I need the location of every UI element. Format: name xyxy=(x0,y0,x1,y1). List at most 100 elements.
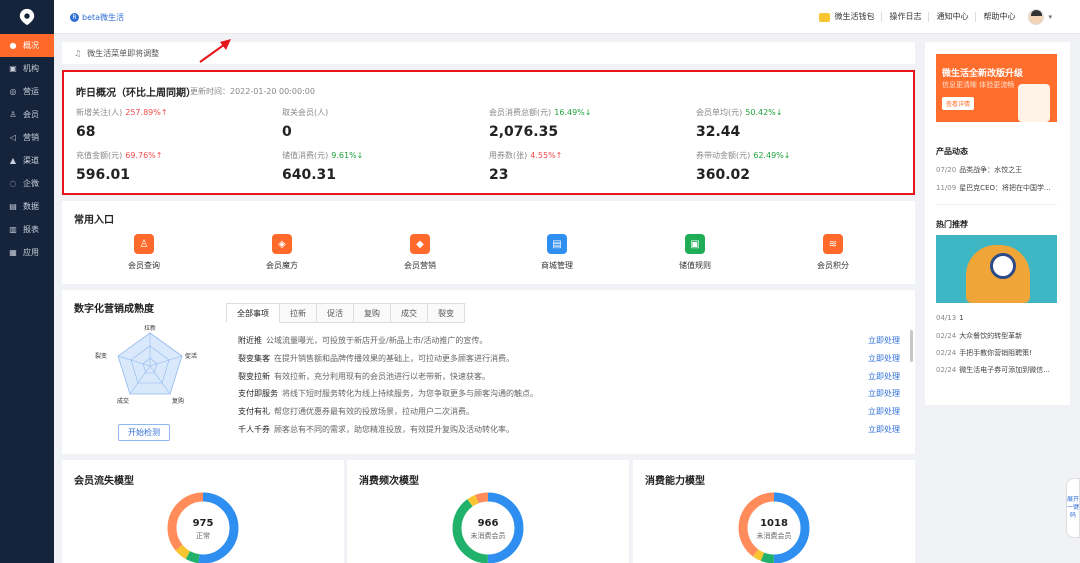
news-title: 1 xyxy=(959,314,964,322)
stat-label: 用券数(张) 4.55%↑ xyxy=(489,150,689,161)
sidebar-item-label: 渠道 xyxy=(23,156,39,165)
member-search-icon: ♙ xyxy=(134,234,154,254)
news-item[interactable]: 11/09 星巴克CEO：将把在中国学... xyxy=(936,183,1061,193)
stat-label: 新增关注(人) 257.89%↑ xyxy=(76,107,276,118)
tab-4[interactable]: 成交 xyxy=(391,303,428,323)
stat-value: 68 xyxy=(76,124,96,140)
news-date: 02/24 xyxy=(936,332,957,340)
wallet-link[interactable]: 微生活钱包 xyxy=(812,12,881,22)
sidebar-item[interactable]: ▲ 渠道 xyxy=(0,149,54,172)
radar-label: 裂变 xyxy=(95,352,107,360)
overview-stat: 储值消费(元) 9.61%↓ 640.31 xyxy=(282,150,482,183)
overview-title: 昨日概况（环比上周同期） xyxy=(76,88,196,99)
operation-icon: ◎ xyxy=(9,87,17,96)
stat-change: 50.42%↓ xyxy=(745,108,783,117)
chevron-down-icon[interactable]: ▾ xyxy=(1048,13,1052,21)
sidebar-item[interactable]: ▤ 数据 xyxy=(0,195,54,218)
news-date: 07/20 xyxy=(936,166,957,174)
stat-change: 62.49%↓ xyxy=(753,151,791,160)
overview-panel: 昨日概况（环比上周同期） 更新时间：2022-01-20 00:00:00 新增… xyxy=(62,70,915,195)
tab-0[interactable]: 全部事项 xyxy=(226,303,280,323)
news-item[interactable]: 07/20 品类战争：水饺之王 xyxy=(936,165,1061,175)
sidebar-item[interactable]: ◌ 企微 xyxy=(0,172,54,195)
tab-1[interactable]: 拉新 xyxy=(280,303,317,323)
entry-stored-value[interactable]: ▣ 储值规则 xyxy=(655,234,735,271)
stat-change: 4.55%↑ xyxy=(530,151,563,160)
notice-bar: ♫ 微生活菜单即将调整 xyxy=(62,42,915,64)
brand-name: beta微生活 xyxy=(82,13,125,22)
news-item[interactable]: 02/24 微生活电子券可添加到微信... xyxy=(936,365,1061,375)
start-detection-button[interactable]: 开始检测 xyxy=(118,424,170,441)
process-now-link[interactable]: 立即处理 xyxy=(868,406,900,417)
process-now-link[interactable]: 立即处理 xyxy=(868,335,900,346)
tab-2[interactable]: 促活 xyxy=(317,303,354,323)
model-card: 消费频次模型 966 未消费会员 xyxy=(347,460,629,563)
digital-maturity-panel: 数字化营销成熟度 拉新 促活 复购 成交 裂变 开始检测 全部事项 拉新 促活 复购成… xyxy=(62,290,915,454)
points-icon: ≋ xyxy=(823,234,843,254)
avatar[interactable] xyxy=(1028,9,1045,25)
sidebar-item-label: 报表 xyxy=(23,225,39,234)
process-now-link[interactable]: 立即处理 xyxy=(868,388,900,399)
stat-value: 23 xyxy=(489,167,509,183)
sidebar-item[interactable]: ▦ 应用 xyxy=(0,241,54,264)
bell-icon: ♫ xyxy=(74,48,82,58)
task-desc: 公域流量曝光，可投放于新店开业/新品上市/活动推广的宣传。 xyxy=(266,336,488,346)
news-item[interactable]: 02/24 大众餐饮的转型革新 xyxy=(936,331,1061,341)
stat-label: 会员单均(元) 50.42%↓ xyxy=(696,107,896,118)
stat-label-text: 新增关注(人) xyxy=(76,108,123,117)
report-icon: ▥ xyxy=(9,225,17,234)
model-number: 966 xyxy=(477,518,499,529)
tab-3[interactable]: 复购 xyxy=(354,303,391,323)
help-center-link[interactable]: 帮助中心 xyxy=(975,12,1022,22)
task-name: 支付有礼 xyxy=(238,407,270,417)
banner-detail-button[interactable]: 查看详情 xyxy=(942,97,975,110)
scrollbar[interactable] xyxy=(910,330,913,362)
entry-member-marketing[interactable]: ◆ 会员营销 xyxy=(380,234,460,271)
maturity-radar-chart: 拉新 促活 复购 成交 裂变 xyxy=(95,325,197,405)
operation-log-link[interactable]: 操作日志 xyxy=(881,12,928,22)
stat-change: 16.49%↓ xyxy=(554,108,592,117)
upgrade-banner[interactable]: 微生活全新改版升级 信息更清晰 体验更流畅 查看详情 xyxy=(936,54,1057,122)
tab-5[interactable]: 裂变 xyxy=(428,303,465,323)
sidebar-item-label: 企微 xyxy=(23,179,39,188)
entry-member-search[interactable]: ♙ 会员查询 xyxy=(104,234,184,271)
sidebar-item[interactable]: ● 概况 xyxy=(0,34,54,57)
sidebar-item-label: 营销 xyxy=(23,133,39,142)
notification-center-link[interactable]: 通知中心 xyxy=(928,12,975,22)
process-now-link[interactable]: 立即处理 xyxy=(868,371,900,382)
expand-qrcode-tab[interactable]: 展开一键码 xyxy=(1066,478,1080,538)
task-desc: 顾客总有不同的需求，助您精准投放，有效提升复购及活动转化率。 xyxy=(274,424,514,434)
stat-label: 储值消费(元) 9.61%↓ xyxy=(282,150,482,161)
sidebar-item[interactable]: ◎ 营运 xyxy=(0,80,54,103)
stat-label-text: 充值金额(元) xyxy=(76,151,123,160)
task-row: 支付有礼 帮您打通优惠券最有效的投放场景，拉动用户二次消费。 立即处理 xyxy=(238,403,912,421)
update-time: 更新时间：2022-01-20 00:00:00 xyxy=(190,87,315,96)
task-row: 附近推 公域流量曝光，可投放于新店开业/新品上市/活动推广的宣传。 立即处理 xyxy=(238,332,912,350)
sidebar-item[interactable]: ▥ 报表 xyxy=(0,218,54,241)
notice-text[interactable]: 微生活菜单即将调整 xyxy=(87,48,159,59)
sidebar-item[interactable]: ◁ 营销 xyxy=(0,126,54,149)
sidebar-item[interactable]: ♙ 会员 xyxy=(0,103,54,126)
process-now-link[interactable]: 立即处理 xyxy=(868,424,900,435)
brand-icon: R xyxy=(70,13,79,22)
hot-recommend-image[interactable] xyxy=(936,235,1057,303)
member-marketing-icon: ◆ xyxy=(410,234,430,254)
brand[interactable]: Rbeta微生活 xyxy=(70,12,124,23)
news-item[interactable]: 04/13 1 xyxy=(936,314,1061,322)
news-item[interactable]: 02/24 手把手教你营销阻聘策! xyxy=(936,348,1061,358)
sidebar-item[interactable]: ▣ 机构 xyxy=(0,57,54,80)
stat-change: 69.76%↑ xyxy=(125,151,163,160)
model-number: 1018 xyxy=(760,518,788,529)
task-name: 裂变集客 xyxy=(238,354,270,364)
entry-points[interactable]: ≋ 会员积分 xyxy=(793,234,873,271)
entry-label: 会员积分 xyxy=(817,261,849,270)
process-now-link[interactable]: 立即处理 xyxy=(868,353,900,364)
entry-member-cube[interactable]: ◈ 会员魔方 xyxy=(242,234,322,271)
logo-icon[interactable] xyxy=(0,0,54,34)
stat-label-text: 会员消费总额(元) xyxy=(489,108,552,117)
stat-label: 会员消费总额(元) 16.49%↓ xyxy=(489,107,689,118)
divider xyxy=(936,204,1057,205)
news-date: 02/24 xyxy=(936,349,957,357)
overview-stat: 取关会员(人) 0 xyxy=(282,107,482,140)
entry-mall[interactable]: ▤ 商城管理 xyxy=(517,234,597,271)
